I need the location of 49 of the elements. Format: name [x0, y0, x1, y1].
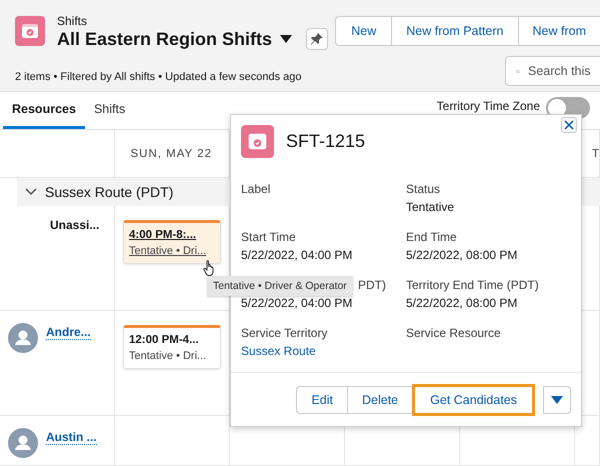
caret-down-icon[interactable] — [551, 396, 563, 404]
tab[interactable]: Shifts — [84, 92, 134, 129]
object-label: Shifts — [57, 14, 88, 28]
field-value: 5/22/2022, 04:00 PM — [241, 296, 354, 310]
calendar-icon — [15, 16, 45, 46]
list-view-title[interactable]: All Eastern Region Shifts — [57, 28, 272, 50]
field-link[interactable]: Sussex Route — [241, 344, 406, 358]
pin-icon[interactable] — [310, 32, 324, 46]
field-label: Label — [241, 182, 272, 196]
shift-card[interactable]: 4:00 PM-8:... Tentative • Dri... — [123, 220, 221, 264]
record-title: SFT-1215 — [286, 131, 366, 152]
date-column-header: SUN, MAY 22 — [130, 148, 212, 160]
field-label: Service Resource — [406, 326, 502, 340]
action-button[interactable]: New — [335, 16, 392, 46]
chevron-down-icon[interactable] — [25, 188, 37, 196]
caret-down-icon[interactable] — [280, 35, 292, 43]
list-summary: 2 items • Filtered by All shifts • Updated a few seconds ago — [15, 71, 302, 83]
search-input[interactable]: Search this — [526, 63, 600, 79]
field-label: End Time — [406, 230, 458, 244]
action-button[interactable]: Delete — [347, 386, 412, 414]
field-label: Territory End Time (PDT) — [406, 278, 540, 292]
resource-link[interactable]: Austin ... — [46, 430, 97, 445]
resource-name: Unassi... — [50, 218, 100, 232]
field-label: Start Time — [241, 230, 297, 244]
calendar-icon — [241, 125, 274, 158]
field-value: Tentative — [406, 200, 456, 214]
tab[interactable]: Resources — [3, 92, 85, 129]
toggle-label: Territory Time Zone — [436, 99, 540, 113]
close-icon[interactable] — [564, 120, 574, 130]
close-button[interactable] — [561, 117, 577, 133]
shift-card[interactable]: 12:00 PM-4... Tentative • Dri... — [123, 325, 221, 369]
field-value: 5/22/2022, 08:00 PM — [406, 248, 518, 262]
resource-link[interactable]: Andre... — [46, 325, 91, 340]
field-label: Service Territory — [241, 326, 328, 340]
more-actions-button[interactable] — [543, 386, 571, 414]
field-value: 5/22/2022, 08:00 PM — [406, 296, 518, 310]
search-field[interactable]: Search this — [505, 56, 600, 86]
tooltip: Tentative • Driver & Operator — [207, 276, 353, 296]
action-button[interactable]: New from — [518, 16, 600, 46]
action-button[interactable]: Edit — [296, 386, 347, 414]
field-label: Status — [406, 182, 442, 196]
pin-button[interactable] — [306, 28, 328, 50]
date-column-header: T — [592, 148, 600, 160]
field-label: PDT) — [358, 278, 386, 292]
avatar-icon — [8, 428, 38, 458]
field-value: 5/22/2022, 04:00 PM — [241, 248, 354, 262]
action-button[interactable]: Get Candidates — [412, 384, 535, 416]
action-button[interactable]: New from Pattern — [391, 16, 518, 46]
avatar-icon — [8, 323, 38, 353]
